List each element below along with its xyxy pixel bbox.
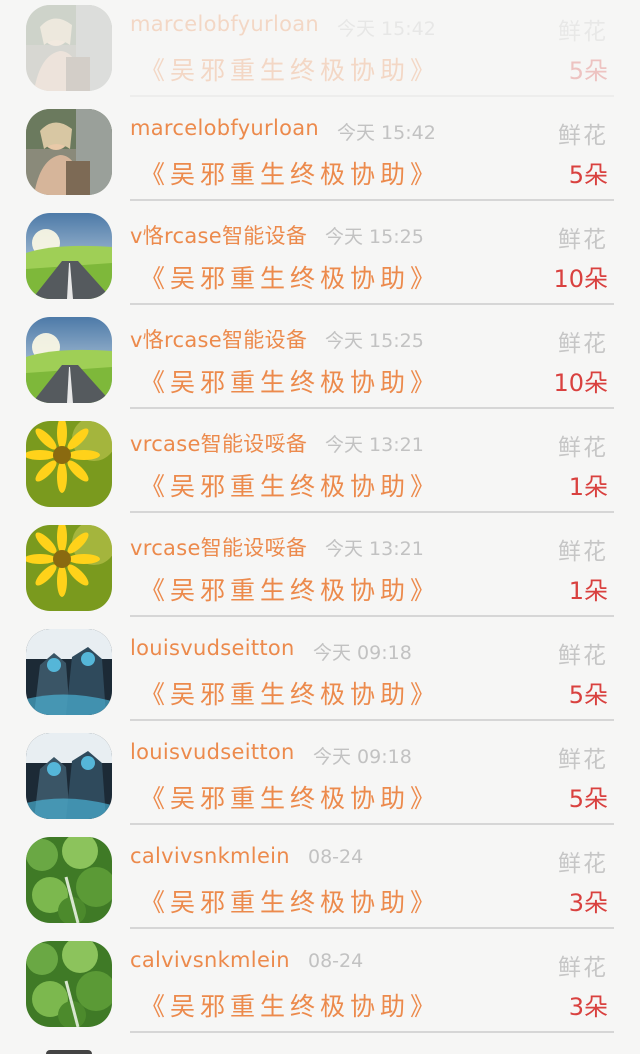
user-avatar[interactable] — [26, 213, 112, 299]
gift-type-label: 鲜花 — [558, 539, 608, 565]
record-time: 今天 13:21 — [325, 434, 424, 456]
record-time: 今天 09:18 — [313, 642, 412, 664]
user-name[interactable]: marcelobfyurloan — [130, 116, 319, 140]
user-name[interactable]: calvivsnkmlein — [130, 844, 290, 868]
photo-girl-avatar — [26, 109, 112, 195]
gift-type-label: 鲜花 — [558, 747, 608, 773]
user-name[interactable]: marcelobfyurloan — [130, 12, 319, 36]
gift-type-label: 鲜花 — [558, 227, 608, 253]
user-avatar[interactable] — [26, 525, 112, 611]
book-title: 《吴邪重生终极协助》 — [140, 784, 441, 813]
user-name[interactable]: vrcase智能设哸备 — [130, 428, 307, 458]
user-name[interactable]: louisvudseitton — [130, 740, 295, 764]
user-avatar[interactable] — [26, 629, 112, 715]
book-title: 《吴邪重生终极协助》 — [140, 368, 441, 397]
user-avatar[interactable] — [26, 5, 112, 91]
gift-type-label: 鲜花 — [558, 19, 608, 45]
gift-count: 10朵 — [553, 369, 608, 397]
user-avatar[interactable] — [26, 421, 112, 507]
user-avatar[interactable] — [26, 837, 112, 923]
gift-record-row[interactable]: calvivsnkmlein 08-24 《吴邪重生终极协助》 鲜花 3朵 — [0, 825, 640, 929]
gift-type-label: 鲜花 — [558, 955, 608, 981]
gift-record-row[interactable]: marcelobfyurloan 今天 15:42 《吴邪重生终极协助》 鲜花 … — [0, 97, 640, 201]
gift-record-row[interactable]: louisvudseitton 今天 09:18 《吴邪重生终极协助》 鲜花 5… — [0, 617, 640, 721]
gift-record-row[interactable]: calvivsnkmlein 08-24 《吴邪重生终极协助》 鲜花 3朵 — [0, 929, 640, 1033]
gift-count: 5朵 — [568, 161, 608, 189]
gift-record-row[interactable]: louisvudseitton 今天 09:18 《吴邪重生终极协助》 鲜花 5… — [0, 721, 640, 825]
gift-count: 3朵 — [568, 889, 608, 917]
record-time: 08-24 — [308, 950, 364, 972]
book-title: 《吴邪重生终极协助》 — [140, 56, 441, 85]
gift-type-label: 鲜花 — [558, 331, 608, 357]
user-name[interactable]: v恪rcase智能设备 — [130, 220, 307, 250]
user-avatar[interactable] — [26, 941, 112, 1027]
book-title: 《吴邪重生终极协助》 — [140, 264, 441, 293]
user-avatar[interactable] — [26, 109, 112, 195]
gift-record-row[interactable]: vrcase智能设哸备 今天 13:21 《吴邪重生终极协助》 鲜花 1朵 — [0, 513, 640, 617]
book-title: 《吴邪重生终极协助》 — [140, 472, 441, 501]
road-landscape-avatar — [26, 213, 112, 299]
gift-record-row[interactable]: v恪rcase智能设备 今天 15:25 《吴邪重生终极协助》 鲜花 10朵 — [0, 305, 640, 409]
record-time: 今天 15:42 — [337, 18, 436, 40]
gift-count: 5朵 — [568, 57, 608, 85]
gift-count: 3朵 — [568, 993, 608, 1021]
row-divider — [130, 1031, 614, 1033]
gift-type-label: 鲜花 — [558, 643, 608, 669]
yellow-flower-avatar — [26, 421, 112, 507]
book-title: 《吴邪重生终极协助》 — [140, 160, 441, 189]
green-foliage-avatar — [26, 837, 112, 923]
gift-record-row[interactable]: vrcase智能设哸备 今天 13:21 《吴邪重生终极协助》 鲜花 1朵 — [0, 409, 640, 513]
record-time: 今天 15:25 — [325, 226, 424, 248]
record-time: 今天 13:21 — [325, 538, 424, 560]
gift-count: 1朵 — [568, 473, 608, 501]
gift-type-label: 鲜花 — [558, 851, 608, 877]
gift-record-row[interactable]: marcelobfyurloan 今天 15:42 《吴邪重生终极协助》 鲜花 … — [0, 0, 640, 97]
armored-warrior-avatar — [26, 629, 112, 715]
gift-record-row[interactable]: v恪rcase智能设备 今天 15:25 《吴邪重生终极协助》 鲜花 10朵 — [0, 201, 640, 305]
book-title: 《吴邪重生终极协助》 — [140, 992, 441, 1021]
photo-girl-avatar — [26, 5, 112, 91]
record-time: 08-24 — [308, 846, 364, 868]
road-landscape-avatar — [26, 317, 112, 403]
armored-warrior-avatar — [26, 733, 112, 819]
user-name[interactable]: v恪rcase智能设备 — [130, 324, 307, 354]
next-avatar-peek — [46, 1050, 92, 1054]
gift-type-label: 鲜花 — [558, 435, 608, 461]
record-time: 今天 15:25 — [325, 330, 424, 352]
gift-count: 5朵 — [568, 785, 608, 813]
gift-type-label: 鲜花 — [558, 123, 608, 149]
book-title: 《吴邪重生终极协助》 — [140, 576, 441, 605]
gift-count: 5朵 — [568, 681, 608, 709]
gift-count: 10朵 — [553, 265, 608, 293]
user-name[interactable]: calvivsnkmlein — [130, 948, 290, 972]
book-title: 《吴邪重生终极协助》 — [140, 680, 441, 709]
record-time: 今天 09:18 — [313, 746, 412, 768]
green-foliage-avatar — [26, 941, 112, 1027]
book-title: 《吴邪重生终极协助》 — [140, 888, 441, 917]
record-time: 今天 15:42 — [337, 122, 436, 144]
user-avatar[interactable] — [26, 317, 112, 403]
user-avatar[interactable] — [26, 733, 112, 819]
user-name[interactable]: louisvudseitton — [130, 636, 295, 660]
gift-count: 1朵 — [568, 577, 608, 605]
user-name[interactable]: vrcase智能设哸备 — [130, 532, 307, 562]
yellow-flower-avatar — [26, 525, 112, 611]
